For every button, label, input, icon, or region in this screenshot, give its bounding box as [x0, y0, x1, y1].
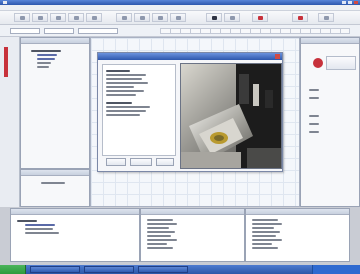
secondary-toolbar	[0, 25, 360, 37]
copy-icon[interactable]	[86, 13, 102, 22]
combo-box-2[interactable]	[44, 28, 74, 34]
alarm-icon[interactable]	[292, 13, 308, 22]
camera-dialog	[97, 52, 283, 172]
app-icon	[3, 1, 7, 4]
minimize-button[interactable]	[342, 1, 346, 4]
undo-icon[interactable]	[134, 13, 150, 22]
output-panel	[10, 208, 140, 262]
camera-icon[interactable]	[252, 13, 268, 22]
redo-icon[interactable]	[152, 13, 168, 22]
combo-box-3[interactable]	[78, 28, 118, 34]
dialog-text-pane	[102, 64, 176, 156]
properties-table-right	[245, 208, 350, 262]
dialog-ok-button[interactable]	[106, 158, 126, 166]
maximize-button[interactable]	[348, 1, 352, 4]
taskbar-item-2[interactable]	[84, 266, 134, 273]
red-marker	[4, 47, 8, 77]
combo-box-1[interactable]	[10, 28, 40, 34]
small-tool-buttons[interactable]	[160, 28, 350, 34]
cut-icon[interactable]	[68, 13, 84, 22]
help-icon[interactable]	[318, 13, 334, 22]
project-tree-panel	[20, 37, 90, 169]
open-icon[interactable]	[32, 13, 48, 22]
taskbar-item-1[interactable]	[30, 266, 80, 273]
right-panel	[300, 37, 360, 207]
camera-preview-graphic	[181, 64, 281, 168]
right-panel-button[interactable]	[326, 56, 356, 70]
run-icon[interactable]	[206, 13, 222, 22]
dialog-action-button[interactable]	[130, 158, 152, 166]
left-gutter	[0, 37, 20, 207]
system-tray	[312, 265, 360, 274]
red-button-icon[interactable]	[313, 58, 323, 68]
main-toolbar	[0, 11, 360, 25]
taskbar	[0, 265, 360, 274]
settings-icon[interactable]	[170, 13, 186, 22]
taskbar-item-3[interactable]	[138, 266, 188, 273]
camera-preview-image	[180, 63, 282, 169]
dialog-title-bar	[98, 53, 282, 60]
close-button[interactable]	[354, 1, 358, 4]
stop-icon[interactable]	[224, 13, 240, 22]
start-button[interactable]	[0, 265, 26, 274]
dialog-cancel-button[interactable]	[156, 158, 174, 166]
paste-icon[interactable]	[116, 13, 132, 22]
save-icon[interactable]	[50, 13, 66, 22]
tool-panel	[20, 169, 90, 207]
dialog-close-icon[interactable]	[275, 54, 280, 59]
new-icon[interactable]	[14, 13, 30, 22]
properties-table-middle	[140, 208, 245, 262]
